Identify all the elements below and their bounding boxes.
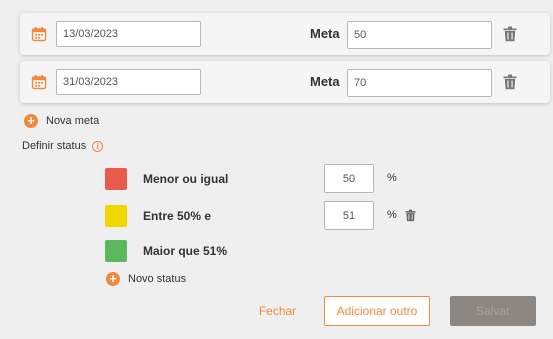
trash-icon[interactable]	[405, 209, 416, 222]
status-row: Menor ou igual 50 %	[105, 164, 435, 194]
yellow-color-swatch[interactable]	[105, 205, 127, 227]
status-row: Entre 50% e 51 %	[105, 201, 435, 231]
plus-circle-icon: +	[106, 272, 120, 286]
trash-icon[interactable]	[503, 26, 517, 42]
info-icon[interactable]: i	[92, 140, 104, 152]
calendar-icon[interactable]	[31, 74, 47, 90]
meta-value-input[interactable]: 70	[347, 69, 492, 97]
nova-meta-button[interactable]: + Nova meta	[24, 114, 99, 128]
fechar-button[interactable]: Fechar	[250, 296, 305, 326]
definir-status-heading: Definir status i	[22, 140, 104, 152]
date-input[interactable]: 13/03/2023	[56, 21, 201, 47]
plus-circle-icon: +	[24, 114, 38, 128]
percent-sign: %	[387, 172, 397, 184]
percent-sign: %	[387, 209, 397, 221]
meta-row: 13/03/2023 Meta 50	[20, 13, 550, 55]
meta-label: Meta	[310, 74, 340, 89]
trash-icon[interactable]	[503, 74, 517, 90]
status-label: Entre 50% e	[143, 209, 212, 223]
status-row: Maior que 51%	[105, 236, 435, 266]
green-color-swatch[interactable]	[105, 240, 127, 262]
calendar-icon[interactable]	[31, 26, 47, 42]
definir-status-label: Definir status	[22, 140, 87, 152]
status-value-input[interactable]: 50	[324, 164, 374, 193]
date-input[interactable]: 31/03/2023	[56, 69, 201, 95]
dialog-body: 13/03/2023 Meta 50 31/03/2023 Meta 70 + …	[0, 0, 553, 339]
meta-value-input[interactable]: 50	[347, 21, 492, 49]
meta-label: Meta	[310, 26, 340, 41]
red-color-swatch[interactable]	[105, 168, 127, 190]
meta-row: 31/03/2023 Meta 70	[20, 61, 550, 103]
nova-meta-label: Nova meta	[46, 115, 100, 127]
status-label: Maior que 51%	[143, 244, 228, 258]
status-label: Menor ou igual	[143, 172, 229, 186]
status-value-input[interactable]: 51	[324, 201, 374, 230]
novo-status-label: Novo status	[128, 273, 187, 285]
adicionar-outro-button[interactable]: Adicionar outro	[324, 296, 430, 326]
salvar-button[interactable]: Salvar	[450, 296, 536, 326]
novo-status-button[interactable]: + Novo status	[106, 272, 186, 286]
